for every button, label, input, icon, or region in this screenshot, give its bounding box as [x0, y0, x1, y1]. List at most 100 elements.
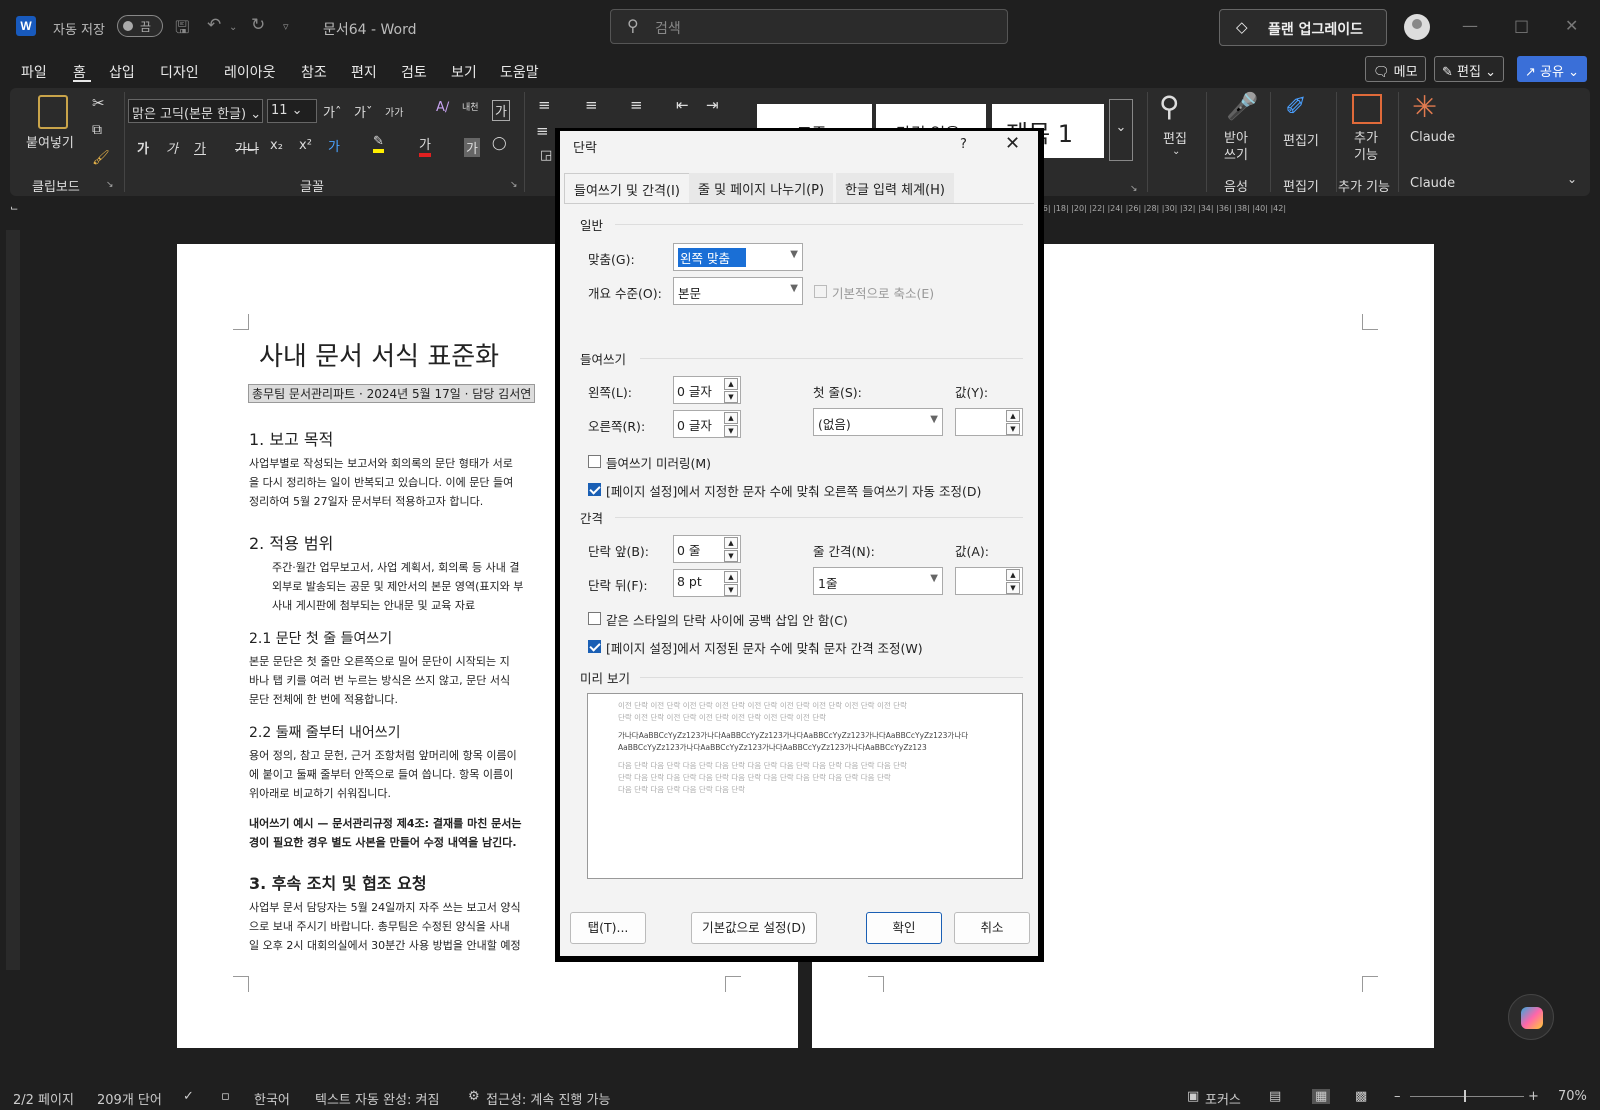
- italic-icon[interactable]: 가: [166, 138, 178, 157]
- claude-label[interactable]: Claude: [1410, 130, 1455, 145]
- memo-button[interactable]: 🗨 메모: [1365, 56, 1426, 82]
- tab-selector-icon[interactable]: ⌙: [10, 203, 18, 214]
- copy-icon[interactable]: ⧉: [92, 122, 102, 138]
- read-mode-icon[interactable]: ▤: [1269, 1089, 1281, 1104]
- underline-icon[interactable]: 가: [194, 138, 206, 157]
- increase-indent-icon[interactable]: ⇥: [706, 96, 719, 114]
- close-window-icon[interactable]: ✕: [1565, 16, 1578, 35]
- font-name-combo[interactable]: 맑은 고딕(본문 한글) ⌄: [128, 99, 263, 123]
- web-layout-icon[interactable]: ▩: [1355, 1089, 1367, 1104]
- character-border-icon[interactable]: 가: [492, 100, 510, 121]
- no-space-same-style-checkbox[interactable]: [588, 612, 601, 625]
- grow-font-icon[interactable]: 가ˆ: [323, 102, 341, 121]
- special-indent-select[interactable]: (없음) ▼: [813, 408, 943, 436]
- accessibility-status[interactable]: 접근성: 계속 진행 가능: [486, 1089, 610, 1108]
- bold-icon[interactable]: 가: [137, 138, 149, 157]
- tab-help[interactable]: 도움말: [500, 62, 539, 82]
- save-icon[interactable]: 🖫: [175, 15, 189, 44]
- page-count[interactable]: 2/2 페이지: [13, 1089, 74, 1108]
- proofing-icon[interactable]: ✓: [183, 1089, 194, 1104]
- format-painter-icon[interactable]: 🖌: [92, 150, 110, 166]
- paste-icon[interactable]: [38, 95, 68, 129]
- line-spacing-select[interactable]: 1줄 ▼: [813, 567, 943, 595]
- zoom-out-icon[interactable]: –: [1394, 1089, 1401, 1104]
- highlight-icon[interactable]: ✎: [373, 134, 384, 153]
- tab-insert[interactable]: 삽입: [109, 62, 135, 82]
- help-icon[interactable]: ?: [960, 137, 967, 152]
- zoom-in-icon[interactable]: +: [1528, 1089, 1539, 1104]
- enclose-characters-icon[interactable]: ◯: [492, 136, 507, 151]
- upgrade-plan-button[interactable]: ◇ 플랜 업그레이드: [1219, 9, 1387, 46]
- change-case-icon[interactable]: 가가: [385, 104, 403, 119]
- indent-by-spinner[interactable]: ▲ ▼: [955, 408, 1023, 436]
- autosave-toggle[interactable]: 끔: [117, 15, 163, 37]
- horizontal-ruler[interactable]: |16| |18| |20| |22| |24| |26| |28| |30| …: [1035, 204, 1435, 218]
- zoom-level[interactable]: 70%: [1558, 1089, 1587, 1104]
- font-launcher-icon[interactable]: ↘: [510, 180, 518, 190]
- tab-asian-typography[interactable]: 한글 입력 체계(H): [836, 173, 954, 203]
- zoom-slider[interactable]: [1410, 1096, 1524, 1097]
- clear-format-icon[interactable]: A∕: [436, 100, 449, 115]
- maximize-icon[interactable]: □: [1514, 16, 1529, 35]
- character-shading-icon[interactable]: 가: [464, 138, 480, 157]
- tab-line-page-breaks[interactable]: 줄 및 페이지 나누기(P): [689, 173, 834, 203]
- microphone-icon[interactable]: 🎤: [1226, 92, 1258, 122]
- autocomplete-status[interactable]: 텍스트 자동 완성: 켜짐: [315, 1089, 439, 1108]
- tab-indents-spacing[interactable]: 들여쓰기 및 간격(I): [564, 173, 690, 203]
- spacing-after-spinner[interactable]: 8 pt ▲ ▼: [673, 569, 741, 597]
- zoom-slider-thumb[interactable]: [1464, 1090, 1466, 1102]
- customize-qat-icon[interactable]: ▿: [283, 20, 289, 33]
- snap-to-grid-checkbox[interactable]: [588, 640, 601, 653]
- bullets-icon[interactable]: ≡: [538, 96, 551, 114]
- focus-icon[interactable]: ▣: [1187, 1089, 1199, 1104]
- word-count[interactable]: 209개 단어: [97, 1089, 162, 1108]
- find-label[interactable]: 편집: [1163, 128, 1187, 147]
- focus-mode-label[interactable]: 포커스: [1205, 1089, 1241, 1108]
- strikethrough-icon[interactable]: 가나: [235, 138, 259, 157]
- text-effects-icon[interactable]: 가: [328, 136, 340, 155]
- collapse-ribbon-icon[interactable]: ⌄: [1567, 172, 1577, 186]
- indent-right-spinner[interactable]: 0 글자 ▲ ▼: [673, 410, 741, 438]
- tabs-button[interactable]: 탭(T)...: [570, 912, 646, 944]
- ok-button[interactable]: 확인: [866, 912, 942, 944]
- redo-icon[interactable]: ↻: [251, 15, 265, 35]
- spacing-before-spinner[interactable]: 0 줄 ▲ ▼: [673, 535, 741, 563]
- tab-view[interactable]: 보기: [451, 62, 477, 82]
- cut-icon[interactable]: ✂: [92, 94, 105, 112]
- multilevel-list-icon[interactable]: ≡: [630, 96, 643, 114]
- auto-right-indent-checkbox[interactable]: [588, 483, 601, 496]
- line-spacing-at-spinner[interactable]: ▲ ▼: [955, 567, 1023, 595]
- font-color-icon[interactable]: 가: [419, 134, 431, 157]
- shading-icon[interactable]: ◲: [540, 148, 552, 163]
- track-changes-icon[interactable]: ▫: [221, 1089, 230, 1104]
- tab-layout[interactable]: 레이아웃: [224, 62, 276, 82]
- undo-dropdown-icon[interactable]: ⌄: [229, 22, 237, 33]
- styles-more-icon[interactable]: ⌄: [1109, 99, 1133, 161]
- close-icon[interactable]: ✕: [1005, 133, 1020, 154]
- find-dropdown-icon[interactable]: ⌄: [1172, 146, 1180, 157]
- tab-file[interactable]: 파일: [21, 62, 47, 82]
- subscript-icon[interactable]: x₂: [270, 138, 283, 153]
- editor-label[interactable]: 편집기: [1283, 130, 1319, 149]
- find-icon[interactable]: ⚲: [1159, 90, 1180, 123]
- decrease-indent-icon[interactable]: ⇤: [676, 96, 689, 114]
- share-button[interactable]: ↗ 공유 ⌄: [1517, 56, 1587, 82]
- paste-label[interactable]: 붙여넣기: [26, 132, 74, 151]
- font-size-combo[interactable]: 11 ⌄: [267, 99, 317, 123]
- tab-design[interactable]: 디자인: [160, 62, 199, 82]
- avatar[interactable]: [1404, 14, 1430, 40]
- addins-label[interactable]: 추가 기능: [1354, 130, 1378, 164]
- clipboard-launcher-icon[interactable]: ↘: [106, 180, 114, 190]
- editor-icon[interactable]: ✐: [1285, 92, 1307, 122]
- vertical-ruler[interactable]: [6, 230, 20, 970]
- dictate-label[interactable]: 받아 쓰기: [1224, 130, 1248, 164]
- copilot-icon[interactable]: [1508, 994, 1554, 1040]
- minimize-icon[interactable]: —: [1462, 16, 1478, 35]
- outline-level-select[interactable]: 본문 ▼: [673, 277, 803, 305]
- tab-review[interactable]: 검토: [401, 62, 427, 82]
- tab-home[interactable]: 홈: [73, 62, 86, 82]
- styles-dialog-launcher-icon[interactable]: ↘: [1130, 184, 1138, 194]
- edit-mode-button[interactable]: ✎ 편집 ⌄: [1434, 56, 1504, 82]
- addins-icon[interactable]: [1352, 94, 1382, 124]
- align-left-icon[interactable]: ≡: [536, 122, 549, 140]
